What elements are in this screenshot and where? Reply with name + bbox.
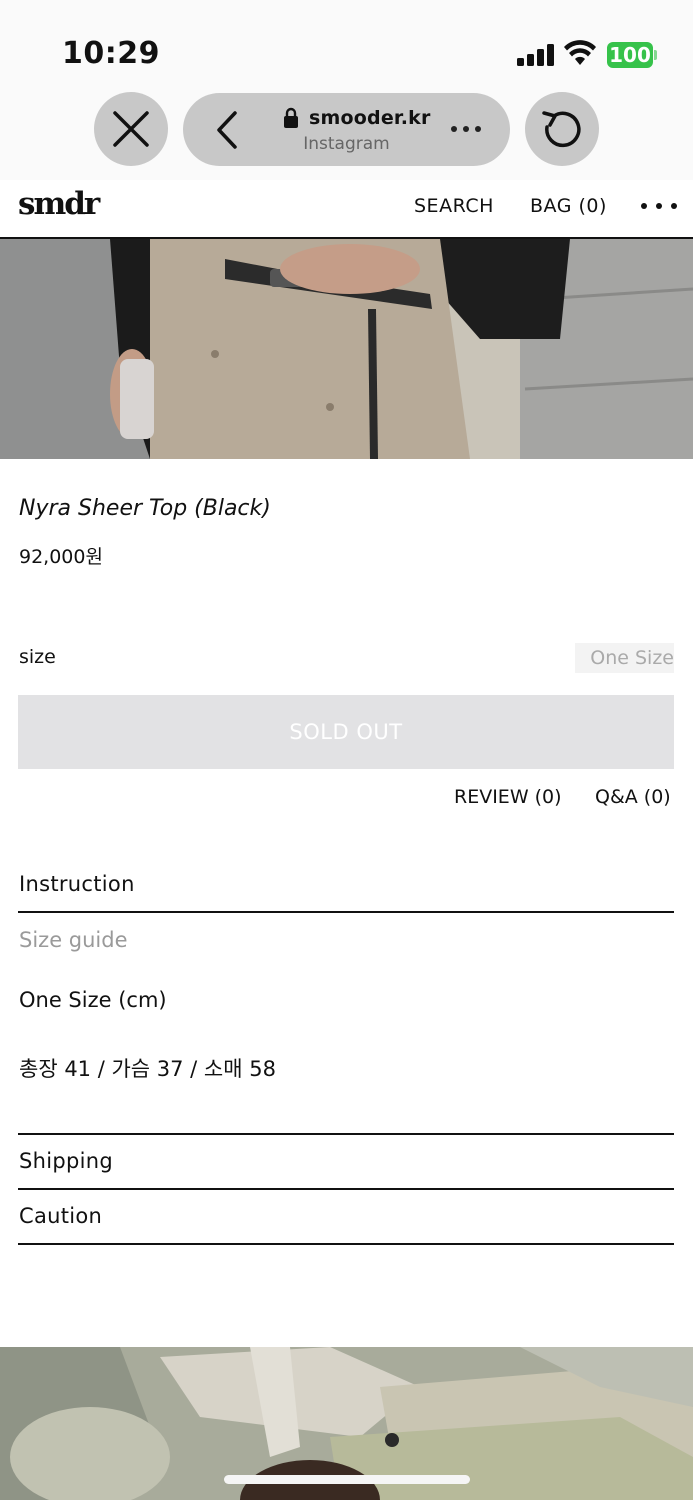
site-header: smdr SEARCH BAG (0)	[0, 180, 693, 239]
close-browser-button[interactable]	[94, 92, 168, 166]
url-bar[interactable]: smooder.kr Instagram	[183, 93, 510, 166]
qna-link[interactable]: Q&A (0)	[595, 786, 671, 808]
search-link[interactable]: SEARCH	[414, 195, 494, 217]
product-name: Nyra Sheer Top (Black)	[19, 496, 271, 521]
product-photo[interactable]	[0, 239, 693, 459]
menu-more-icon[interactable]	[641, 203, 677, 211]
product-price: 92,000원	[19, 546, 103, 568]
reload-icon	[542, 111, 581, 148]
divider	[18, 911, 674, 913]
browser-toolbar: smooder.kr Instagram	[0, 90, 693, 180]
site-logo[interactable]: smdr	[18, 186, 100, 222]
lock-icon	[284, 107, 298, 128]
reload-button[interactable]	[525, 92, 599, 166]
status-bar: 10:29 100	[0, 0, 693, 90]
size-label: size	[19, 646, 56, 668]
divider	[18, 1133, 674, 1135]
bag-link[interactable]: BAG (0)	[530, 195, 607, 217]
close-icon	[113, 111, 149, 147]
url-host: smooder.kr	[309, 107, 431, 129]
size-option-one-size[interactable]: One Size	[575, 643, 674, 673]
status-time: 10:29	[62, 36, 160, 71]
divider	[18, 1188, 674, 1190]
more-icon[interactable]	[451, 126, 481, 134]
size-guide-heading: Size guide	[19, 928, 128, 952]
url-subtitle: Instagram	[303, 134, 390, 154]
divider	[18, 1243, 674, 1245]
review-link[interactable]: REVIEW (0)	[454, 786, 562, 808]
cellular-signal-icon	[517, 44, 555, 66]
battery-icon: 100	[607, 42, 657, 68]
battery-level: 100	[607, 42, 653, 68]
home-indicator[interactable]	[224, 1475, 470, 1484]
instruction-section-title[interactable]: Instruction	[19, 872, 135, 896]
caution-section-title[interactable]: Caution	[19, 1204, 102, 1228]
size-unit-text: One Size (cm)	[19, 988, 167, 1012]
wifi-icon	[564, 40, 596, 65]
size-measurements-text: 총장 41 / 가슴 37 / 소매 58	[19, 1057, 276, 1081]
shipping-section-title[interactable]: Shipping	[19, 1149, 113, 1173]
sold-out-button[interactable]: SOLD OUT	[18, 695, 674, 769]
